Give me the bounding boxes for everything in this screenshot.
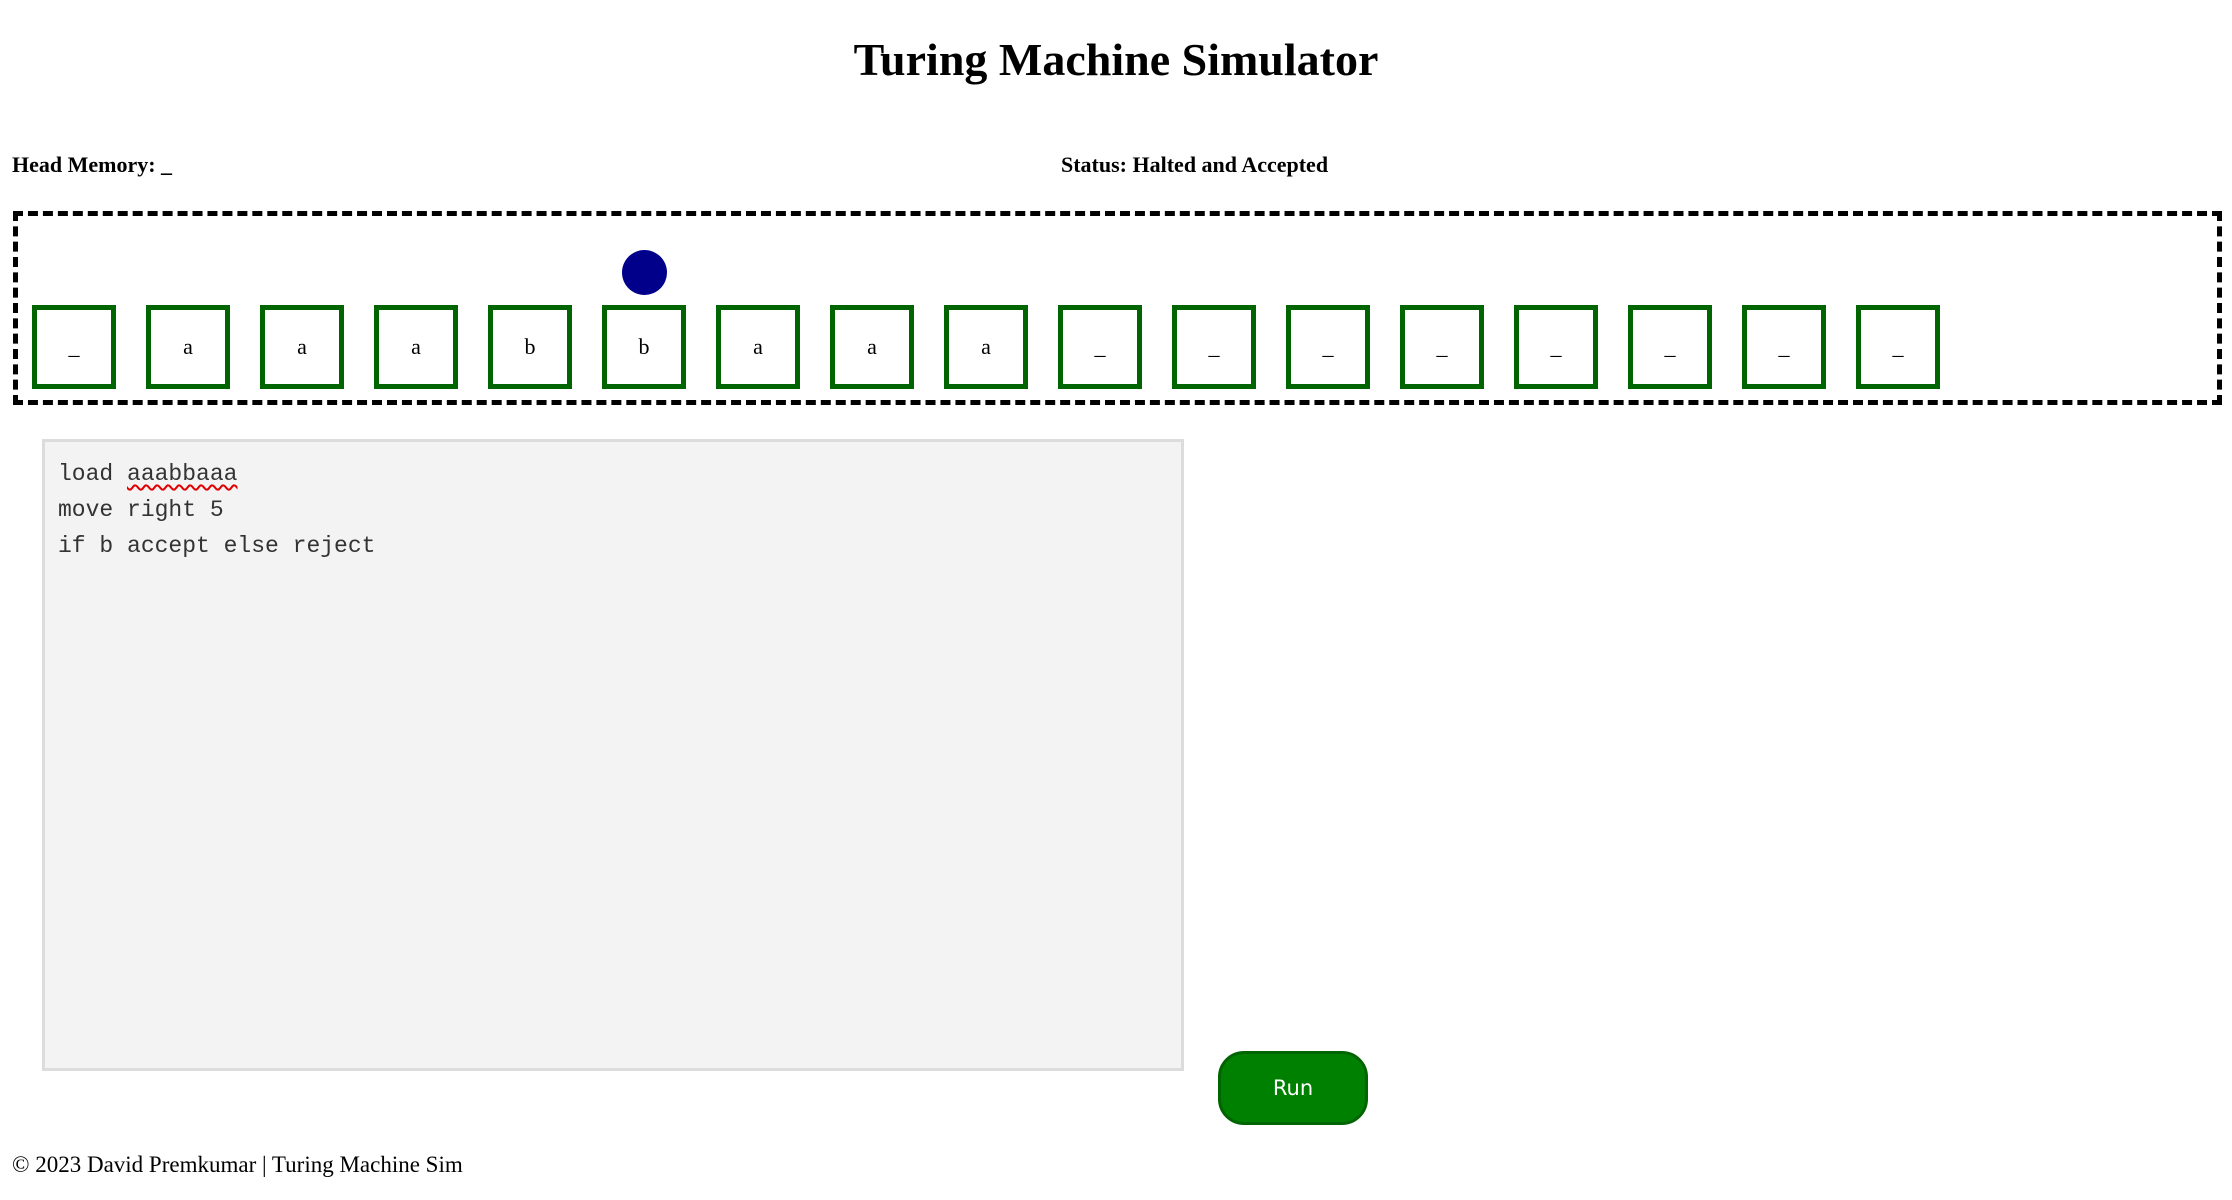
tape-cell: b bbox=[602, 305, 686, 389]
tape-cell: _ bbox=[32, 305, 116, 389]
editor-line: load aaabbaaa bbox=[58, 456, 1168, 492]
editor-text: move right 5 bbox=[58, 497, 224, 523]
editor-line: if b accept else reject bbox=[58, 528, 1168, 564]
tape-cell: _ bbox=[1400, 305, 1484, 389]
head-memory-label: Head Memory: _ bbox=[12, 152, 173, 177]
tape-cell: _ bbox=[1856, 305, 1940, 389]
tape-head-indicator bbox=[621, 250, 667, 295]
tape-cell: a bbox=[260, 305, 344, 389]
tape-cell: _ bbox=[1286, 305, 1370, 389]
tape-cell: _ bbox=[1058, 305, 1142, 389]
run-button[interactable]: Run bbox=[1218, 1051, 1368, 1125]
tape-cell: a bbox=[944, 305, 1028, 389]
page-title: Turing Machine Simulator bbox=[853, 34, 1379, 85]
tape-cell: a bbox=[830, 305, 914, 389]
program-editor[interactable]: load aaabbaaa move right 5 if b accept els… bbox=[42, 439, 1184, 1071]
tape-cell: _ bbox=[1172, 305, 1256, 389]
tape-cell: b bbox=[488, 305, 572, 389]
editor-line: move right 5 bbox=[58, 492, 1168, 528]
tape-cell: a bbox=[146, 305, 230, 389]
misspelled-word: aaabbaaa bbox=[127, 461, 238, 487]
tape-cell: a bbox=[374, 305, 458, 389]
tape-cell: _ bbox=[1628, 305, 1712, 389]
tape-cell: _ bbox=[1742, 305, 1826, 389]
editor-text: if b accept else reject bbox=[58, 533, 376, 559]
footer-copyright: © 2023 David Premkumar | Turing Machine … bbox=[12, 1152, 463, 1177]
editor-text: load bbox=[58, 461, 128, 487]
tape-cell: a bbox=[716, 305, 800, 389]
tape-cell: _ bbox=[1514, 305, 1598, 389]
status-label: Status: Halted and Accepted bbox=[1061, 152, 1329, 177]
tape-container: _ a a a b b a a a _ _ _ _ _ _ _ _ bbox=[13, 211, 2222, 405]
